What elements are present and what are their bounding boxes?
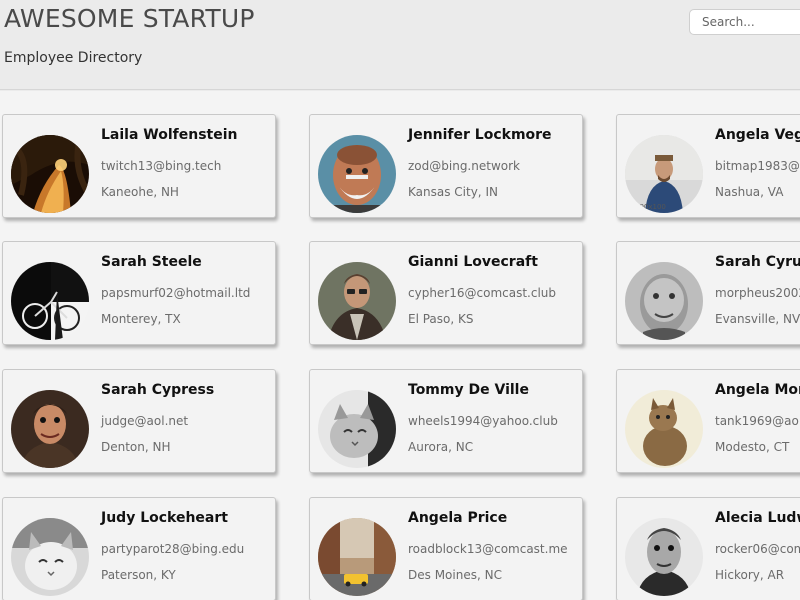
employee-email: zod@bing.network — [408, 159, 520, 173]
employee-avatar — [318, 135, 396, 213]
employee-email: morpheus2002 — [715, 286, 800, 300]
employee-email: wheels1994@yahoo.club — [408, 414, 558, 428]
employee-card[interactable]: Laila Wolfenstein twitch13@bing.tech Kan… — [2, 114, 276, 218]
employee-name: Gianni Lovecraft — [408, 254, 538, 270]
employee-avatar: 100x100 — [625, 135, 703, 213]
employee-card[interactable]: Sarah Steele papsmurf02@hotmail.ltd Mont… — [2, 241, 276, 345]
employee-avatar — [11, 518, 89, 596]
employee-name: Sarah Steele — [101, 254, 202, 270]
avatar-placeholder-text: 100x100 — [635, 203, 666, 211]
employee-location: Des Moines, NC — [408, 568, 502, 582]
employee-avatar — [11, 135, 89, 213]
employee-location: Modesto, CT — [715, 440, 790, 454]
employee-location: Kansas City, IN — [408, 185, 498, 199]
employee-card[interactable]: Judy Lockeheart partyparot28@bing.edu Pa… — [2, 497, 276, 600]
employee-name: Sarah Cypress — [101, 382, 215, 398]
employee-name: Angela Morri — [715, 382, 800, 398]
employee-name: Angela Vegas — [715, 127, 800, 143]
employee-avatar — [318, 262, 396, 340]
employee-avatar — [11, 262, 89, 340]
employee-card[interactable]: Angela Morri tank1969@aol. Modesto, CT — [616, 369, 800, 473]
search-input[interactable] — [689, 9, 800, 35]
employee-avatar — [318, 390, 396, 468]
employee-avatar — [625, 518, 703, 596]
employee-location: Hickory, AR — [715, 568, 785, 582]
employee-email: papsmurf02@hotmail.ltd — [101, 286, 251, 300]
employee-card[interactable]: Jennifer Lockmore zod@bing.network Kansa… — [309, 114, 583, 218]
employee-name: Jennifer Lockmore — [408, 127, 552, 143]
employee-email: rocker06@com — [715, 542, 800, 556]
employee-location: Denton, NH — [101, 440, 171, 454]
employee-avatar — [318, 518, 396, 596]
employee-email: bitmap1983@h — [715, 159, 800, 173]
employee-card[interactable]: Angela Price roadblock13@comcast.me Des … — [309, 497, 583, 600]
employee-email: cypher16@comcast.club — [408, 286, 557, 300]
employee-card[interactable]: Gianni Lovecraft cypher16@comcast.club E… — [309, 241, 583, 345]
employee-location: Evansville, NV — [715, 312, 800, 326]
employee-location: Kaneohe, NH — [101, 185, 179, 199]
employee-email: judge@aol.net — [101, 414, 189, 428]
employee-location: Monterey, TX — [101, 312, 181, 326]
employee-name: Alecia Ludwi — [715, 510, 800, 526]
employee-avatar — [11, 390, 89, 468]
employee-email: roadblock13@comcast.me — [408, 542, 568, 556]
employee-email: twitch13@bing.tech — [101, 159, 222, 173]
employee-avatar — [625, 262, 703, 340]
employee-email: partyparot28@bing.edu — [101, 542, 245, 556]
employee-card[interactable]: Alecia Ludwi rocker06@com Hickory, AR — [616, 497, 800, 600]
employee-email: tank1969@aol. — [715, 414, 800, 428]
employee-card[interactable]: Sarah Cyrus morpheus2002 Evansville, NV — [616, 241, 800, 345]
page-header: AWESOME STARTUP Employee Directory — [0, 0, 800, 90]
employee-name: Tommy De Ville — [408, 382, 529, 398]
employee-location: Paterson, KY — [101, 568, 176, 582]
employee-name: Sarah Cyrus — [715, 254, 800, 270]
page-subtitle: Employee Directory — [4, 50, 143, 66]
app-title: AWESOME STARTUP — [4, 4, 255, 33]
employee-name: Laila Wolfenstein — [101, 127, 238, 143]
employee-grid: Laila Wolfenstein twitch13@bing.tech Kan… — [0, 91, 800, 600]
employee-avatar — [625, 390, 703, 468]
employee-card[interactable]: Sarah Cypress judge@aol.net Denton, NH — [2, 369, 276, 473]
employee-location: Aurora, NC — [408, 440, 474, 454]
employee-name: Angela Price — [408, 510, 508, 526]
employee-card[interactable]: Tommy De Ville wheels1994@yahoo.club Aur… — [309, 369, 583, 473]
employee-name: Judy Lockeheart — [101, 510, 228, 526]
employee-location: Nashua, VA — [715, 185, 784, 199]
employee-location: El Paso, KS — [408, 312, 474, 326]
employee-card[interactable]: 100x100 Angela Vegas bitmap1983@h Nashua… — [616, 114, 800, 218]
